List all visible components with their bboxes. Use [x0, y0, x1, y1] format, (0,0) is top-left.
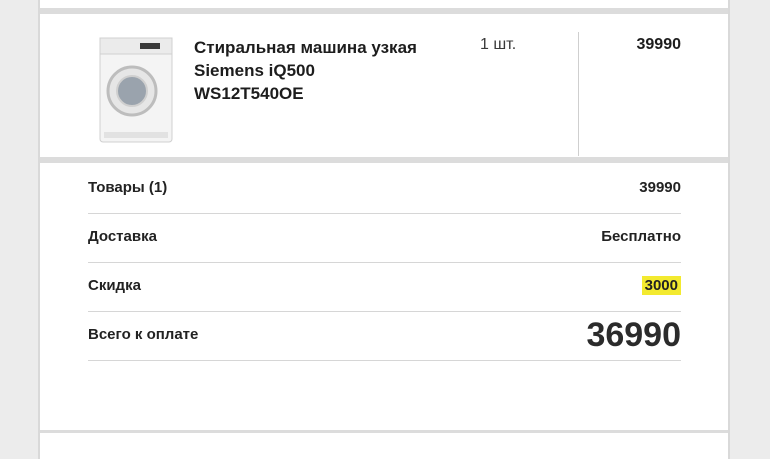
order-card: Стиральная машина узкая Siemens iQ500 WS…: [38, 0, 730, 459]
washing-machine-image: [99, 37, 173, 143]
total-value: 36990: [586, 316, 681, 354]
divider-bar: [40, 430, 728, 433]
delivery-label: Доставка: [88, 228, 157, 245]
summary-row-discount: Скидка 3000: [88, 263, 681, 312]
product-row[interactable]: Стиральная машина узкая Siemens iQ500 WS…: [40, 14, 728, 157]
discount-value: 3000: [641, 276, 681, 295]
summary-row-delivery: Доставка Бесплатно: [88, 214, 681, 263]
delivery-value: Бесплатно: [601, 228, 681, 245]
product-price: 39990: [636, 36, 682, 53]
goods-label: Товары (1): [88, 179, 168, 196]
summary-row-total: Всего к оплате 36990: [88, 312, 681, 361]
product-name[interactable]: Стиральная машина узкая Siemens iQ500 WS…: [194, 36, 424, 105]
column-divider: [578, 32, 579, 156]
divider-bar: [40, 157, 728, 163]
total-label: Всего к оплате: [88, 326, 199, 343]
discount-label: Скидка: [88, 277, 141, 294]
goods-value: 39990: [639, 179, 681, 196]
order-summary: Товары (1) 39990 Доставка Бесплатно Скид…: [88, 165, 681, 361]
product-quantity: 1 шт.: [480, 36, 517, 53]
summary-row-goods: Товары (1) 39990: [88, 165, 681, 214]
